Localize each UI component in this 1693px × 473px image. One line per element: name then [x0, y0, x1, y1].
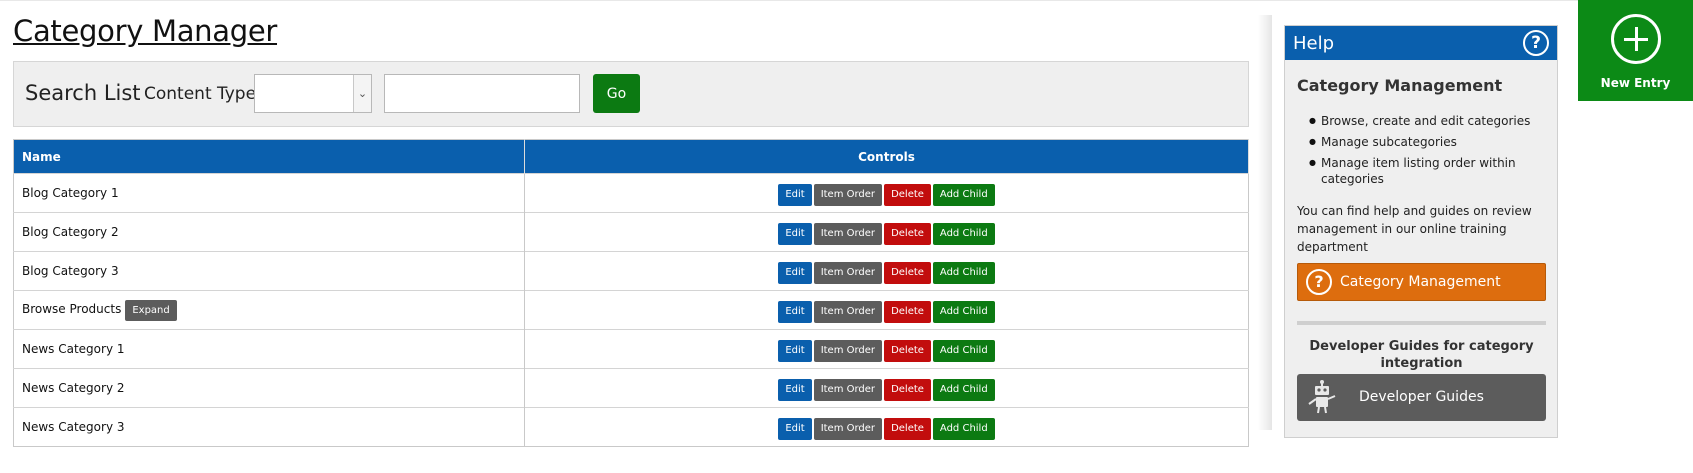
- new-entry-button[interactable]: New Entry: [1578, 0, 1693, 101]
- search-input[interactable]: [384, 74, 580, 113]
- plus-circle-icon: [1611, 14, 1661, 64]
- edit-button[interactable]: Edit: [778, 418, 812, 440]
- category-name: Blog Category 1: [22, 186, 119, 200]
- help-text: You can find help and guides on review m…: [1297, 204, 1532, 254]
- controls-cell: Edit Item Order Delete Add Child: [524, 290, 1249, 330]
- expand-button[interactable]: Expand: [125, 299, 177, 321]
- table-row: News Category 2 Edit Item Order Delete Add C…: [13, 368, 1249, 408]
- item-order-button[interactable]: Item Order: [813, 184, 883, 206]
- delete-button[interactable]: Delete: [884, 184, 931, 206]
- add-child-button[interactable]: Add Child: [932, 418, 995, 440]
- help-title: Help: [1293, 33, 1335, 54]
- edit-button[interactable]: Edit: [778, 184, 812, 206]
- category-name-cell: Blog Category 1: [13, 173, 525, 213]
- category-name: News Category 2: [22, 381, 125, 395]
- item-order-button[interactable]: Item Order: [813, 262, 883, 284]
- category-name-cell: Blog Category 3: [13, 251, 525, 291]
- help-bullet: Browse, create and edit categories: [1309, 113, 1549, 129]
- category-name-cell: News Category 2: [13, 368, 525, 408]
- delete-button[interactable]: Delete: [884, 340, 931, 362]
- content-type-select[interactable]: ⌄: [254, 74, 372, 113]
- training-button-label: Category Management: [1340, 274, 1501, 290]
- top-rule: [0, 0, 1693, 1]
- category-name: News Category 1: [22, 342, 125, 356]
- add-child-button[interactable]: Add Child: [932, 379, 995, 401]
- chevron-down-icon[interactable]: ⌄: [353, 75, 371, 112]
- table-row: News Category 3 Edit Item Order Delete Add C…: [13, 407, 1249, 447]
- item-order-button[interactable]: Item Order: [813, 340, 883, 362]
- delete-button[interactable]: Delete: [884, 301, 931, 323]
- search-bar: Search List Content Type ⌄ Go: [13, 61, 1249, 127]
- column-header-name[interactable]: Name: [13, 139, 525, 174]
- category-name: News Category 3: [22, 420, 125, 434]
- help-header: Help ?: [1285, 26, 1557, 60]
- add-child-button[interactable]: Add Child: [932, 223, 995, 245]
- table-row: Browse Products Expand Edit Item Order Delet…: [13, 290, 1249, 330]
- table-row: Blog Category 3 Edit Item Order Delete Add C…: [13, 251, 1249, 291]
- item-order-button[interactable]: Item Order: [813, 301, 883, 323]
- edit-button[interactable]: Edit: [778, 301, 812, 323]
- add-child-button[interactable]: Add Child: [932, 340, 995, 362]
- new-entry-label: New Entry: [1600, 76, 1671, 90]
- category-name-cell: News Category 3: [13, 407, 525, 447]
- delete-button[interactable]: Delete: [884, 418, 931, 440]
- help-bullet-list: Browse, create and edit categories Manag…: [1309, 113, 1549, 192]
- help-bullet: Manage item listing order within categor…: [1309, 155, 1549, 187]
- item-order-button[interactable]: Item Order: [813, 418, 883, 440]
- category-name: Blog Category 2: [22, 225, 119, 239]
- table-row: News Category 1 Edit Item Order Delete Add C…: [13, 329, 1249, 369]
- category-name: Blog Category 3: [22, 264, 119, 278]
- controls-cell: Edit Item Order Delete Add Child: [524, 212, 1249, 252]
- help-divider: [1297, 321, 1546, 325]
- developer-guides-button[interactable]: Developer Guides: [1297, 374, 1546, 421]
- add-child-button[interactable]: Add Child: [932, 262, 995, 284]
- category-management-training-button[interactable]: ? Category Management: [1297, 263, 1546, 301]
- delete-button[interactable]: Delete: [884, 223, 931, 245]
- table-row: Blog Category 2 Edit Item Order Delete Add C…: [13, 212, 1249, 252]
- category-name-cell: News Category 1: [13, 329, 525, 369]
- controls-cell: Edit Item Order Delete Add Child: [524, 251, 1249, 291]
- help-shadow: [1258, 15, 1272, 430]
- add-child-button[interactable]: Add Child: [932, 184, 995, 206]
- page-title: Category Manager: [13, 14, 278, 48]
- go-button[interactable]: Go: [593, 74, 640, 113]
- category-table: Name Controls Blog Category 1 Edit Item Or…: [13, 139, 1249, 447]
- help-panel: Help ? Category Management Browse, creat…: [1284, 25, 1558, 438]
- robot-icon: [1307, 380, 1337, 418]
- help-bullet: Manage subcategories: [1309, 134, 1549, 150]
- category-name: Browse Products: [22, 301, 122, 316]
- controls-cell: Edit Item Order Delete Add Child: [524, 407, 1249, 447]
- add-child-button[interactable]: Add Child: [932, 301, 995, 323]
- edit-button[interactable]: Edit: [778, 262, 812, 284]
- table-body: Blog Category 1 Edit Item Order Delete Add C…: [13, 173, 1249, 447]
- table-header-row: Name Controls: [13, 139, 1249, 174]
- controls-cell: Edit Item Order Delete Add Child: [524, 173, 1249, 213]
- developer-guides-label: Developer Guides: [1359, 389, 1484, 405]
- delete-button[interactable]: Delete: [884, 262, 931, 284]
- content-type-label: Content Type: [144, 84, 257, 104]
- edit-button[interactable]: Edit: [778, 340, 812, 362]
- item-order-button[interactable]: Item Order: [813, 379, 883, 401]
- question-circle-icon[interactable]: ?: [1523, 30, 1549, 56]
- edit-button[interactable]: Edit: [778, 379, 812, 401]
- item-order-button[interactable]: Item Order: [813, 223, 883, 245]
- question-circle-icon: ?: [1306, 269, 1332, 295]
- column-header-controls: Controls: [524, 139, 1249, 174]
- controls-cell: Edit Item Order Delete Add Child: [524, 368, 1249, 408]
- category-name-cell: Browse Products Expand: [13, 290, 525, 330]
- table-row: Blog Category 1 Edit Item Order Delete Add C…: [13, 173, 1249, 213]
- developer-guides-heading: Developer Guides for category integratio…: [1309, 339, 1534, 371]
- edit-button[interactable]: Edit: [778, 223, 812, 245]
- delete-button[interactable]: Delete: [884, 379, 931, 401]
- controls-cell: Edit Item Order Delete Add Child: [524, 329, 1249, 369]
- help-heading: Category Management: [1297, 76, 1503, 95]
- category-name-cell: Blog Category 2: [13, 212, 525, 252]
- search-list-label: Search List: [25, 81, 141, 105]
